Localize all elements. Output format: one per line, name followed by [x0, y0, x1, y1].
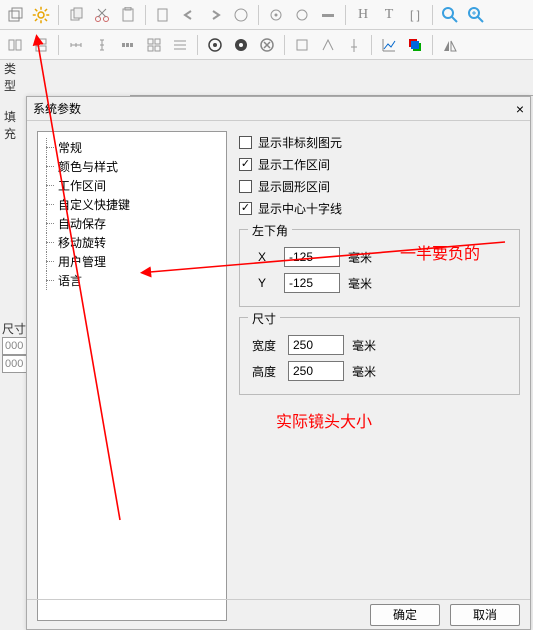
tree-node-users[interactable]: 用户管理 [38, 252, 226, 271]
check-workarea[interactable] [239, 158, 252, 171]
check-nonstd-label: 显示非标刻图元 [258, 134, 342, 151]
main-toolbar-1: H T [ ] [0, 0, 533, 30]
restore-icon[interactable] [4, 4, 26, 26]
input-y[interactable] [284, 273, 340, 293]
disth-icon[interactable] [65, 34, 87, 56]
chart-icon[interactable] [378, 34, 400, 56]
fill-label: 填充 [4, 108, 26, 142]
check-circle[interactable] [239, 180, 252, 193]
unit-y: 毫米 [348, 275, 372, 292]
dist3-icon[interactable] [117, 34, 139, 56]
label-height: 高度 [248, 363, 280, 380]
type-label: 类型 [4, 60, 26, 94]
unit-width: 毫米 [352, 337, 376, 354]
tree-node-moverot[interactable]: 移动旋转 [38, 233, 226, 252]
ok-button[interactable]: 确定 [370, 604, 440, 626]
check-workarea-label: 显示工作区间 [258, 156, 330, 173]
label-width: 宽度 [248, 337, 280, 354]
group-lowerleft: 左下角 X 毫米 Y 毫米 [239, 229, 520, 307]
document-tabs [130, 76, 533, 96]
new-icon[interactable] [152, 4, 174, 26]
circle2-icon[interactable] [291, 4, 313, 26]
dialog-title-text: 系统参数 [33, 100, 81, 117]
dim-label: 尺寸 [2, 320, 28, 337]
dialog-close-icon[interactable]: × [516, 101, 524, 117]
left-side-dims: 尺寸 [2, 320, 28, 373]
tree-node-workarea[interactable]: 工作区间 [38, 176, 226, 195]
settings-rightpane: 显示非标刻图元 显示工作区间 显示圆形区间 显示中心十字线 左下角 X 毫米 [239, 131, 520, 395]
left-side-panel: 类型 填充 [0, 60, 26, 142]
text-t-icon[interactable]: T [378, 4, 400, 26]
dialog-footer: 确定 取消 [27, 599, 530, 629]
target2-icon[interactable] [230, 34, 252, 56]
text-h-icon[interactable]: H [352, 4, 374, 26]
label-y: Y [248, 276, 276, 290]
label-x: X [248, 250, 276, 264]
paste-icon[interactable] [117, 4, 139, 26]
cut-icon[interactable] [91, 4, 113, 26]
main-toolbar-2 [0, 30, 533, 60]
group-lowerleft-legend: 左下角 [248, 222, 292, 239]
cancel-icon[interactable] [256, 34, 278, 56]
check-cross[interactable] [239, 202, 252, 215]
brackets-icon[interactable]: [ ] [404, 4, 426, 26]
unit-x: 毫米 [348, 249, 372, 266]
input-height[interactable] [288, 361, 344, 381]
group-size: 尺寸 宽度 毫米 高度 毫米 [239, 317, 520, 395]
help-icon[interactable] [230, 4, 252, 26]
tree-node-language[interactable]: 语言 [38, 271, 226, 290]
gear-icon[interactable] [30, 4, 52, 26]
tree-node-autosave[interactable]: 自动保存 [38, 214, 226, 233]
align2-icon[interactable] [30, 34, 52, 56]
stack-icon[interactable] [169, 34, 191, 56]
check-cross-label: 显示中心十字线 [258, 200, 342, 217]
cancel-button[interactable]: 取消 [450, 604, 520, 626]
distv-icon[interactable] [91, 34, 113, 56]
tree-node-general[interactable]: 常规 [38, 138, 226, 157]
settings-tree: 常规 颜色与样式 工作区间 自定义快捷键 自动保存 移动旋转 用户管理 语言 [37, 131, 227, 621]
tool-icon[interactable] [317, 4, 339, 26]
redo-icon[interactable] [204, 4, 226, 26]
circle1-icon[interactable] [265, 4, 287, 26]
tool2-icon[interactable] [291, 34, 313, 56]
input-x[interactable] [284, 247, 340, 267]
tree-node-shortcuts[interactable]: 自定义快捷键 [38, 195, 226, 214]
zoom-in-icon[interactable] [465, 4, 487, 26]
align1-icon[interactable] [4, 34, 26, 56]
grid-icon[interactable] [143, 34, 165, 56]
group-size-legend: 尺寸 [248, 310, 280, 327]
copy-icon[interactable] [65, 4, 87, 26]
zoom-out-icon[interactable] [439, 4, 461, 26]
undo-icon[interactable] [178, 4, 200, 26]
tree-node-colors[interactable]: 颜色与样式 [38, 157, 226, 176]
layers-icon[interactable] [404, 34, 426, 56]
system-params-dialog: 系统参数 × 常规 颜色与样式 工作区间 自定义快捷键 自动保存 移动旋转 用户… [26, 96, 531, 630]
mirror-icon[interactable] [439, 34, 461, 56]
unit-height: 毫米 [352, 363, 376, 380]
dialog-titlebar: 系统参数 × [27, 97, 530, 121]
pin-icon[interactable] [343, 34, 365, 56]
check-nonstd[interactable] [239, 136, 252, 149]
target1-icon[interactable] [204, 34, 226, 56]
tool3-icon[interactable] [317, 34, 339, 56]
input-width[interactable] [288, 335, 344, 355]
check-circle-label: 显示圆形区间 [258, 178, 330, 195]
